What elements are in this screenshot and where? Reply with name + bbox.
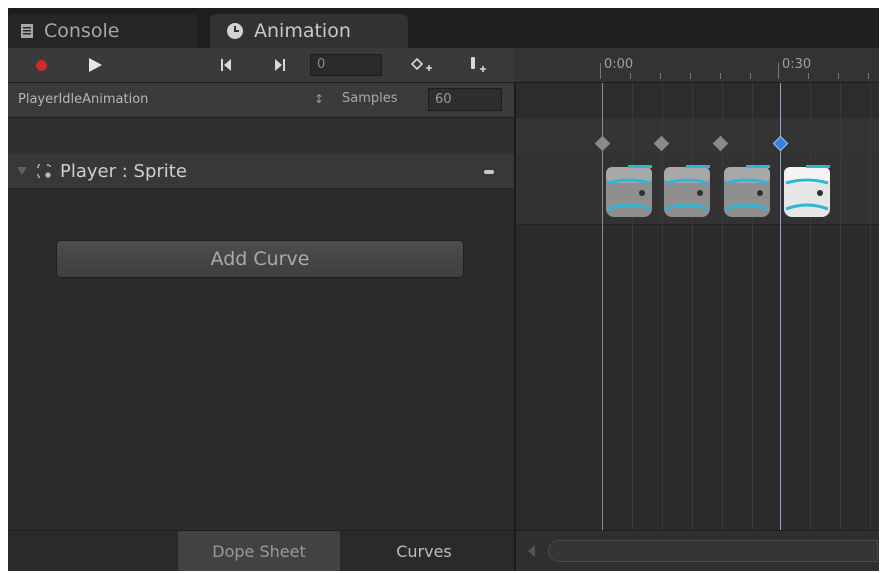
grid-line (810, 83, 811, 530)
sprite-keyframe-thumbnail[interactable] (722, 163, 772, 219)
tab-dope-sheet[interactable]: Dope Sheet (178, 531, 340, 571)
event-lane[interactable] (516, 83, 879, 119)
play-button[interactable] (80, 48, 110, 82)
play-icon (89, 58, 102, 72)
ruler-tick (720, 73, 721, 79)
record-icon (35, 59, 47, 71)
sprite-keyframe-thumbnail[interactable] (662, 163, 712, 219)
ruler-tick (750, 73, 751, 79)
ruler-tick (600, 63, 601, 79)
view-mode-bar: Dope Sheet Curves (8, 530, 514, 571)
console-icon (20, 23, 34, 39)
ruler-tick (660, 73, 661, 79)
horizontal-scrollbar[interactable] (516, 530, 879, 571)
property-row[interactable]: Player : Sprite (8, 154, 514, 189)
tab-animation-label: Animation (254, 20, 351, 42)
previous-keyframe-icon (221, 59, 231, 71)
tab-curves[interactable]: Curves (340, 531, 508, 571)
sprite-keyframe-thumbnail-selected[interactable] (782, 163, 832, 219)
ruler-tick (808, 73, 809, 79)
add-keyframe-button[interactable] (408, 48, 438, 82)
animation-window: Console Animation 0 0:00 0:30 PlayerIdle… (8, 8, 879, 571)
sprite-icon (37, 164, 51, 178)
frame-input[interactable]: 0 (310, 54, 382, 76)
ruler-tick (838, 73, 839, 79)
summary-keyframe-lane[interactable] (516, 118, 879, 154)
summary-row-spacer (8, 118, 514, 154)
grid-line (692, 83, 693, 530)
grid-line (870, 83, 871, 530)
scrollbar-thumb[interactable] (548, 540, 878, 562)
tab-console[interactable]: Console (8, 14, 198, 48)
ruler-tick (868, 73, 869, 79)
clip-dropdown[interactable]: PlayerIdleAnimation (18, 92, 148, 107)
scroll-left-icon[interactable] (522, 541, 542, 561)
grid-line (840, 83, 841, 530)
sprite-keyframe-thumbnail[interactable] (604, 163, 654, 219)
next-keyframe-button[interactable] (268, 48, 292, 82)
record-button[interactable] (26, 48, 56, 82)
ruler-label-0: 0:00 (604, 57, 634, 72)
add-curve-button[interactable]: Add Curve (56, 240, 464, 278)
grid-line (722, 83, 723, 530)
ruler-tick (630, 73, 631, 79)
minus-icon[interactable] (484, 170, 494, 174)
tab-console-label: Console (44, 20, 120, 42)
grid-line (752, 83, 753, 530)
grid-line (632, 83, 633, 530)
property-label: Player : Sprite (60, 161, 187, 182)
time-ruler[interactable]: 0:00 0:30 (514, 48, 879, 82)
add-event-icon (471, 57, 486, 72)
dopesheet-timeline[interactable] (516, 83, 879, 530)
samples-label: Samples (342, 91, 398, 106)
ruler-tick (778, 63, 779, 79)
animation-toolbar: 0 0:00 0:30 (8, 48, 879, 83)
add-keyframe-icon (410, 57, 432, 71)
expand-triangle-icon[interactable] (16, 165, 28, 177)
next-keyframe-icon (275, 59, 285, 71)
ruler-tick (690, 73, 691, 79)
add-event-button[interactable] (464, 48, 494, 82)
ruler-label-1: 0:30 (782, 57, 812, 72)
dropdown-arrow-icon[interactable]: ↕ (314, 92, 324, 106)
previous-keyframe-button[interactable] (214, 48, 238, 82)
panel-splitter[interactable] (514, 83, 516, 571)
clip-bar: PlayerIdleAnimation ↕ Samples 60 (8, 83, 514, 118)
tab-strip: Console Animation (8, 8, 879, 48)
samples-field[interactable]: 60 (428, 88, 502, 111)
tab-animation[interactable]: Animation (210, 14, 408, 48)
clock-icon (226, 22, 244, 40)
